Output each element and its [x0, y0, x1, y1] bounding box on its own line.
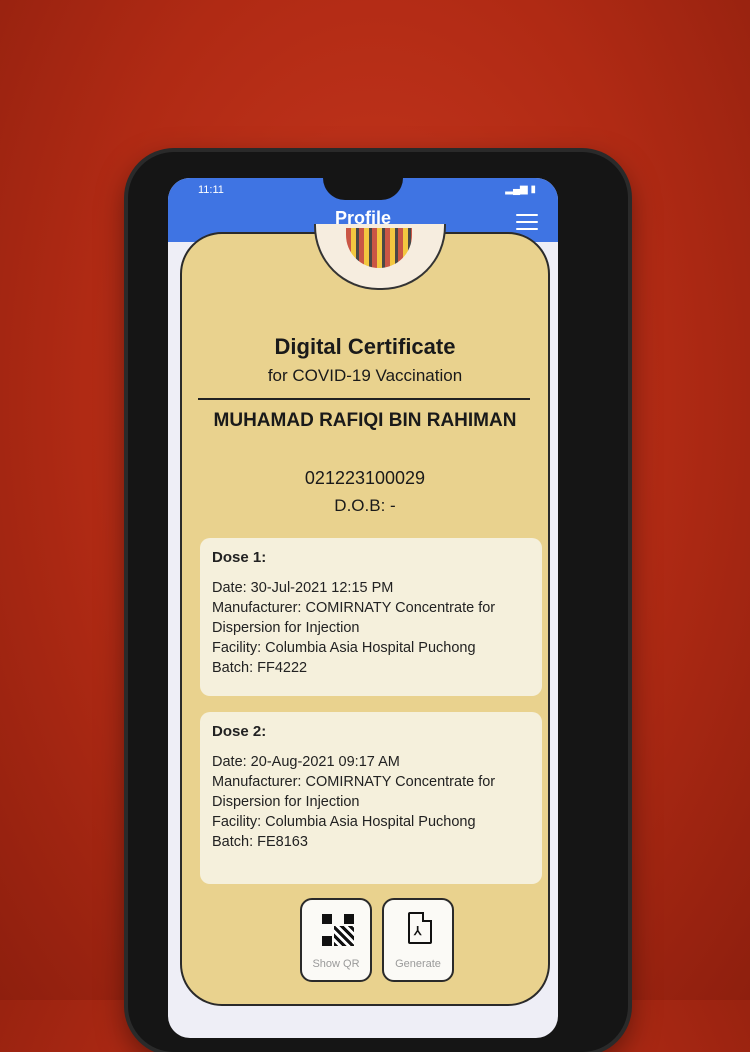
dose-batch: Batch: FF4222: [212, 660, 308, 676]
show-qr-button[interactable]: Show QR: [300, 898, 372, 982]
menu-icon[interactable]: [516, 214, 538, 230]
dose-date: Date: 20-Aug-2021 09:17 AM: [212, 754, 400, 770]
camera-notch: [323, 178, 403, 200]
pdf-icon: ⅄: [408, 912, 432, 944]
dose-manufacturer: Manufacturer: COMIRNATY Concentrate for …: [212, 774, 496, 810]
dose-facility: Facility: Columbia Asia Hospital Puchong: [212, 640, 476, 656]
certificate-subtitle: for COVID-19 Vaccination: [267, 366, 463, 385]
dose-batch: Batch: FE8163: [212, 834, 308, 850]
divider: [198, 398, 530, 400]
dose-facility: Facility: Columbia Asia Hospital Puchong: [212, 814, 476, 830]
dose-title: Dose 1:: [212, 549, 267, 566]
dose-card-1: Dose 1: Date: 30-Jul-2021 12:15 PM Manuf…: [200, 538, 542, 696]
status-icons: ▂▄▆ ▮: [505, 184, 536, 195]
phone-frame: 11:11 ▂▄▆ ▮ Profile Digital Certificate …: [128, 152, 628, 1052]
certificate-title: Digital Certificate: [274, 334, 456, 359]
holder-name: MUHAMAD RAFIQI BIN RAHIMAN: [213, 410, 517, 431]
dose-title: Dose 2:: [212, 723, 267, 740]
certificate-card: Digital Certificate for COVID-19 Vaccina…: [180, 224, 550, 1006]
coat-of-arms-icon: [314, 224, 446, 290]
id-number: 021223100029: [304, 468, 426, 488]
dose-manufacturer: Manufacturer: COMIRNATY Concentrate for …: [212, 600, 496, 636]
status-time: 11:11: [198, 184, 224, 196]
qr-code-icon: [322, 914, 354, 946]
date-of-birth: D.O.B: -: [334, 496, 396, 515]
generate-label: Generate: [395, 958, 441, 970]
show-qr-label: Show QR: [312, 958, 360, 970]
dose-date: Date: 30-Jul-2021 12:15 PM: [212, 580, 394, 596]
phone-screen: 11:11 ▂▄▆ ▮ Profile Digital Certificate …: [168, 178, 558, 1038]
generate-button[interactable]: ⅄ Generate: [382, 898, 454, 982]
dose-card-2: Dose 2: Date: 20-Aug-2021 09:17 AM Manuf…: [200, 712, 542, 884]
